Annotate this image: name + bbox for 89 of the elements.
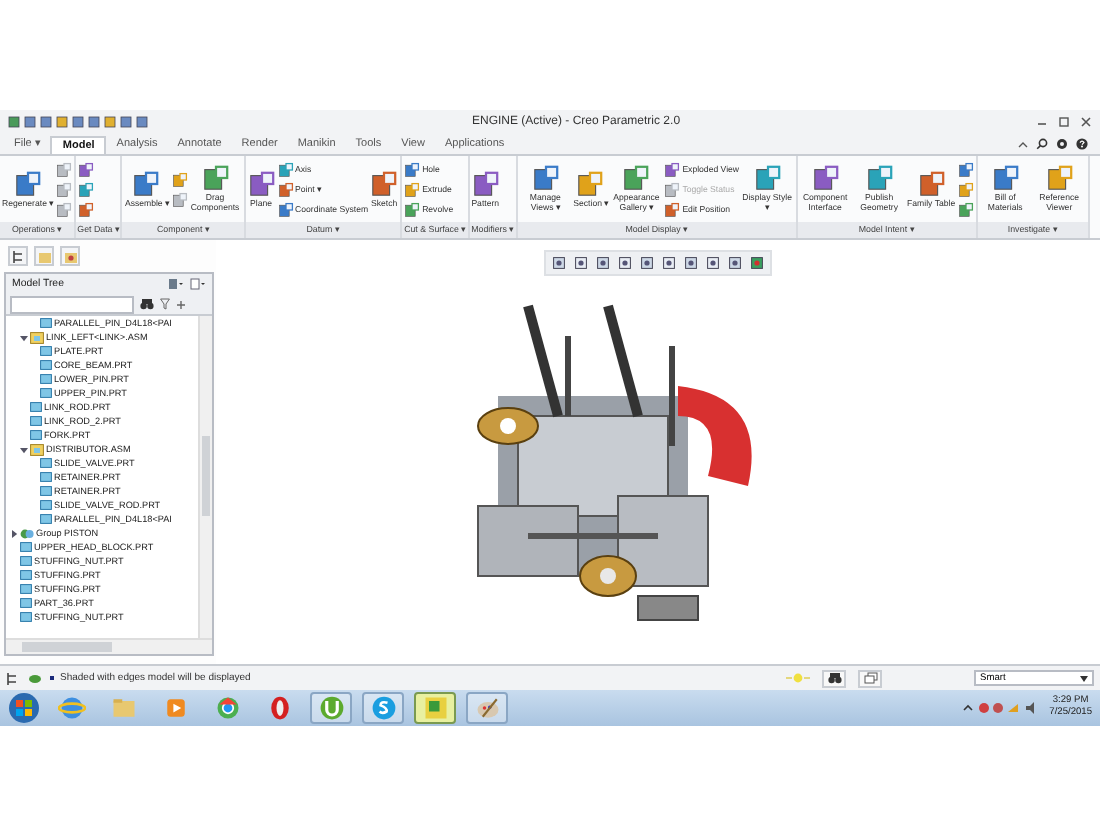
- scrollbar[interactable]: [198, 316, 212, 638]
- tool-icon: [55, 201, 72, 217]
- collapse-icon[interactable]: [1018, 139, 1028, 149]
- taskbar-button[interactable]: [466, 692, 508, 724]
- chat-icon[interactable]: [371, 696, 395, 720]
- windows-button[interactable]: [858, 669, 882, 687]
- tool-icon: [77, 161, 94, 177]
- search-icon[interactable]: [1036, 138, 1048, 150]
- expanded-arrow-icon[interactable]: [19, 333, 27, 341]
- expanded-arrow-icon[interactable]: [19, 445, 27, 453]
- search-field[interactable]: [10, 295, 134, 313]
- view-tool-button[interactable]: [726, 254, 744, 272]
- taskbar-button[interactable]: [310, 692, 352, 724]
- assembly-icon: [30, 331, 44, 343]
- leaf-icon[interactable]: [28, 671, 42, 685]
- tool-icon: [531, 164, 560, 193]
- round-icon[interactable]: [216, 697, 238, 719]
- tool-icon: [753, 164, 782, 193]
- binoculars-icon[interactable]: [140, 298, 154, 310]
- tool-icon: [370, 169, 399, 198]
- tool-icon: [865, 164, 894, 193]
- icon-button[interactable]: [171, 170, 188, 188]
- view-tool-button[interactable]: [682, 254, 700, 272]
- tool-icon: [471, 169, 500, 198]
- tool-icon: [404, 161, 421, 177]
- view-tool-button[interactable]: [594, 254, 612, 272]
- tool-icon: [404, 201, 421, 217]
- icon-button[interactable]: [77, 180, 94, 198]
- scrollbar[interactable]: [6, 638, 212, 654]
- taskbar-button[interactable]: [362, 692, 404, 724]
- palette-icon[interactable]: [476, 698, 498, 718]
- taskbar-button[interactable]: [414, 692, 456, 724]
- start-icon[interactable]: [8, 692, 40, 724]
- icon-button[interactable]: [957, 200, 974, 218]
- tool-icon: [201, 164, 230, 193]
- add-icon[interactable]: [176, 299, 186, 309]
- favorites-tab[interactable]: [60, 246, 80, 266]
- assembly-icon: [30, 443, 44, 455]
- icon-button[interactable]: [957, 180, 974, 198]
- tool-icon: [404, 181, 421, 197]
- view-tool-button[interactable]: [704, 254, 722, 272]
- play-icon[interactable]: [166, 699, 184, 717]
- tool-icon: [664, 161, 681, 177]
- tool-icon: [991, 164, 1020, 193]
- tool-icon: [55, 161, 72, 177]
- filter-icon[interactable]: [160, 298, 170, 310]
- view-tool-button[interactable]: [638, 254, 656, 272]
- icon-button[interactable]: [77, 160, 94, 178]
- light-icon: [786, 672, 810, 684]
- maximize-icon[interactable]: [1058, 116, 1070, 128]
- tool-icon: [13, 169, 42, 198]
- part-icon: [40, 318, 52, 328]
- show-icon[interactable]: [190, 278, 206, 290]
- tool-icon: [811, 164, 840, 193]
- tree-tab[interactable]: [8, 246, 28, 266]
- tool-icon: [957, 161, 974, 177]
- tool-icon: [55, 181, 72, 197]
- settings-icon[interactable]: [1056, 138, 1068, 150]
- tool-icon: [622, 164, 651, 193]
- tool-icon: [664, 181, 681, 197]
- tool-icon: [1045, 164, 1074, 193]
- tool-icon: [77, 201, 94, 217]
- view-tool-button[interactable]: [660, 254, 678, 272]
- view-tool-button[interactable]: [572, 254, 590, 272]
- globe-icon[interactable]: [57, 697, 85, 719]
- tool-icon: [957, 201, 974, 217]
- tool-icon: [957, 181, 974, 197]
- view-tool-button[interactable]: [616, 254, 634, 272]
- tool-icon: [171, 171, 188, 187]
- icon-button[interactable]: [957, 160, 974, 178]
- group-icon: [20, 527, 34, 539]
- find-button[interactable]: [822, 669, 846, 687]
- tool-icon: [132, 169, 161, 198]
- icon-button[interactable]: [77, 200, 94, 218]
- oval-icon[interactable]: [270, 696, 288, 720]
- tool-icon: [917, 169, 946, 198]
- tool-icon: [664, 201, 681, 217]
- tool-icon: [171, 191, 188, 207]
- caret-icon: [1080, 675, 1088, 681]
- tool-icon: [576, 169, 605, 198]
- help-icon[interactable]: [1076, 138, 1088, 150]
- collapsed-arrow-icon[interactable]: [9, 529, 17, 537]
- view-tool-button[interactable]: [550, 254, 568, 272]
- tree-icon[interactable]: [6, 671, 20, 685]
- download-icon[interactable]: [319, 696, 343, 720]
- tool-icon: [277, 201, 294, 217]
- view-tool-button[interactable]: [748, 254, 766, 272]
- tool-icon: [77, 181, 94, 197]
- close-icon[interactable]: [1080, 116, 1092, 128]
